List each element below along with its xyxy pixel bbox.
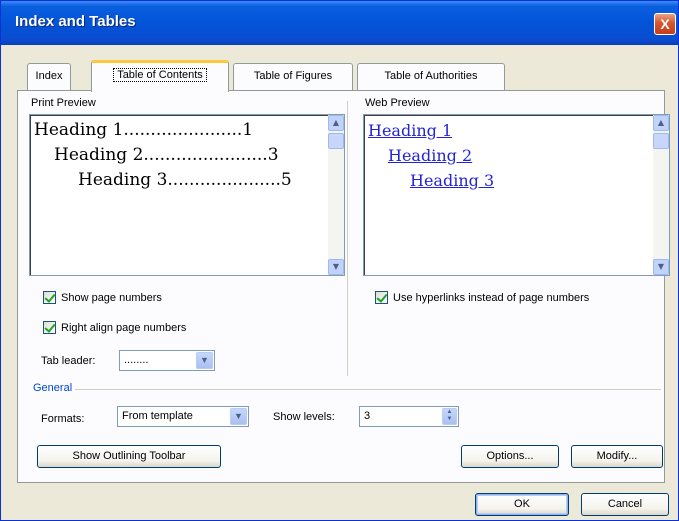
- checkbox-checked-icon[interactable]: [375, 291, 388, 304]
- tab-table-of-figures[interactable]: Table of Figures: [233, 63, 353, 90]
- ok-button[interactable]: OK: [475, 493, 569, 516]
- show-outlining-toolbar-button[interactable]: Show Outlining Toolbar: [37, 445, 221, 468]
- web-preview-label: Web Preview: [365, 97, 430, 109]
- dialog-title: Index and Tables: [15, 13, 136, 30]
- show-levels-value: 3: [364, 410, 371, 422]
- show-levels-spinner[interactable]: 3 ▲ ▼: [359, 406, 459, 427]
- spinner-arrows-icon[interactable]: ▲ ▼: [442, 408, 457, 425]
- use-hyperlinks-checkbox[interactable]: Use hyperlinks instead of page numbers: [375, 291, 589, 304]
- web-preview-scrollbar[interactable]: ▲ ▼: [653, 115, 669, 275]
- general-group-label: General: [33, 382, 76, 394]
- scroll-thumb[interactable]: [328, 133, 344, 149]
- checkbox-checked-icon[interactable]: [43, 321, 56, 334]
- print-preview-box: Heading 1......................1 Heading…: [29, 114, 345, 276]
- scroll-up-icon[interactable]: ▲: [653, 115, 669, 131]
- toc-line-heading-2: Heading 2.......................3: [54, 145, 279, 165]
- tab-table-of-contents[interactable]: Table of Contents: [91, 60, 229, 92]
- toc-line-heading-1: Heading 1......................1: [34, 120, 254, 140]
- cancel-button[interactable]: Cancel: [581, 493, 669, 516]
- title-bar[interactable]: Index and Tables X: [1, 1, 678, 45]
- tab-index[interactable]: Index: [27, 63, 71, 90]
- tab-label: Index: [35, 70, 63, 82]
- web-link-heading-3[interactable]: Heading 3: [410, 171, 494, 190]
- close-button[interactable]: X: [654, 13, 676, 35]
- right-align-page-numbers-checkbox[interactable]: Right align page numbers: [43, 321, 186, 334]
- scroll-down-icon[interactable]: ▼: [328, 259, 344, 275]
- formats-select[interactable]: From template ▼: [117, 406, 249, 427]
- preview-divider: [347, 101, 348, 376]
- tab-label: Table of Contents: [113, 68, 207, 82]
- toc-line-heading-3: Heading 3.....................5: [78, 170, 292, 190]
- web-preview-box: Heading 1 Heading 2 Heading 3 ▲ ▼: [363, 114, 670, 276]
- web-link-heading-1[interactable]: Heading 1: [368, 121, 452, 140]
- tab-label: Table of Figures: [253, 70, 333, 82]
- index-and-tables-dialog: Index and Tables X Index Table of Conten…: [0, 0, 679, 521]
- web-link-heading-2[interactable]: Heading 2: [388, 146, 472, 165]
- checkbox-label: Show page numbers: [61, 291, 162, 304]
- show-page-numbers-checkbox[interactable]: Show page numbers: [43, 291, 162, 304]
- tab-label: Table of Authorities: [384, 70, 478, 82]
- print-preview-label: Print Preview: [31, 97, 96, 109]
- checkbox-label: Right align page numbers: [61, 321, 187, 334]
- chevron-down-icon[interactable]: ▼: [196, 352, 213, 369]
- close-icon: X: [660, 16, 670, 32]
- general-group-line: [35, 389, 661, 390]
- scroll-thumb[interactable]: [653, 133, 669, 149]
- options-button[interactable]: Options...: [461, 445, 559, 468]
- scroll-up-icon[interactable]: ▲: [328, 115, 344, 131]
- tab-leader-value: ........: [124, 354, 149, 366]
- formats-label: Formats:: [41, 413, 85, 425]
- show-levels-label: Show levels:: [273, 411, 335, 423]
- tab-leader-label: Tab leader:: [41, 355, 96, 367]
- print-preview-scrollbar[interactable]: ▲ ▼: [328, 115, 344, 275]
- formats-value: From template: [122, 410, 193, 422]
- modify-button[interactable]: Modify...: [571, 445, 663, 468]
- checkbox-label: Use hyperlinks instead of page numbers: [393, 291, 590, 304]
- tab-leader-select[interactable]: ........ ▼: [119, 350, 215, 371]
- checkbox-checked-icon[interactable]: [43, 291, 56, 304]
- tab-table-of-authorities[interactable]: Table of Authorities: [357, 63, 505, 90]
- scroll-down-icon[interactable]: ▼: [653, 259, 669, 275]
- chevron-down-icon[interactable]: ▼: [230, 408, 247, 425]
